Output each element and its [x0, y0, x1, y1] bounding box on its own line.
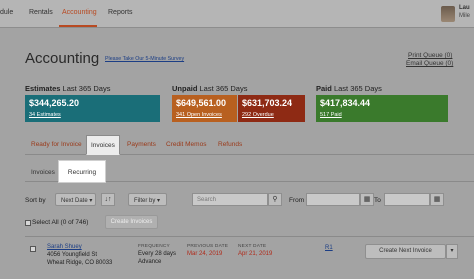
tab-payments[interactable]: Payments [127, 141, 156, 148]
tab-invoices[interactable]: Invoices [86, 135, 120, 155]
open-invoices-amount: $649,561.00 [176, 98, 227, 108]
user-name[interactable]: Lau [459, 5, 470, 11]
user-subtitle: Mile [459, 13, 471, 19]
estimates-amount: $344,265.20 [29, 98, 80, 108]
tab-refunds[interactable]: Refunds [218, 141, 242, 148]
from-label: From [289, 197, 305, 204]
estimates-count-link[interactable]: 34 Estimates [29, 112, 156, 118]
paid-count-link[interactable]: 517 Paid [320, 112, 444, 118]
subtab-invoices[interactable]: Invoices [31, 169, 55, 176]
page-title: Accounting [25, 50, 100, 67]
unpaid-title: Unpaid Last 365 Days [172, 84, 248, 93]
select-all-checkbox[interactable] [25, 220, 31, 226]
nav-active-indicator [59, 25, 97, 27]
tab-credit-memos[interactable]: Credit Memos [166, 141, 206, 148]
to-label: To [374, 197, 381, 204]
print-queue-link[interactable]: Print Queue (0) [408, 52, 452, 59]
email-queue-link[interactable]: Email Queue (0) [406, 60, 453, 67]
sort-order-icon[interactable]: ↓↑ [101, 193, 115, 206]
paid-card[interactable]: $417,834.44 517 Paid [316, 95, 448, 122]
to-date-input[interactable] [384, 193, 430, 206]
filter-by-button[interactable]: Filter by ▾ [128, 193, 167, 206]
estimates-card[interactable]: $344,265.20 34 Estimates [25, 95, 160, 122]
subtab-recurring[interactable]: Recurring [58, 160, 106, 183]
frequency-value: Every 28 days [138, 251, 177, 257]
sort-select[interactable]: Next Date ▾ [55, 193, 96, 206]
reference-link[interactable]: R1 [325, 244, 333, 252]
overdue-card[interactable]: $631,703.24 292 Overdue [238, 95, 305, 122]
paid-amount: $417,834.44 [320, 98, 371, 108]
create-next-invoice-button[interactable]: Create Next Invoice [365, 244, 446, 259]
nav-item-schedule[interactable]: dule [0, 9, 13, 16]
overdue-link[interactable]: 292 Overdue [242, 112, 301, 118]
select-all-label: Select All (0 of 746) [32, 219, 89, 226]
estimates-title: Estimates Last 365 Days [25, 84, 111, 93]
overdue-amount: $631,703.24 [242, 98, 293, 108]
frequency-type: Advance [138, 259, 162, 265]
from-date-input[interactable] [306, 193, 360, 206]
page: dule Rentals Accounting Reports Lau Mile… [0, 0, 474, 279]
survey-link[interactable]: Please Take Our 5-Minute Survey [105, 56, 184, 62]
customer-address-line1: 4056 Youngfield St [47, 252, 98, 258]
calendar-icon[interactable]: ▦ [360, 193, 374, 206]
open-invoices-link[interactable]: 341 Open Invoices [176, 112, 233, 118]
nav-item-rentals[interactable]: Rentals [29, 9, 53, 16]
sort-by-label: Sort by [25, 197, 46, 204]
previous-date-value: Mar 24, 2019 [187, 251, 223, 257]
main-tabs: Ready for Invoice Invoices Payments Cred… [25, 135, 474, 155]
calendar-icon[interactable]: ▦ [430, 193, 444, 206]
row-checkbox[interactable] [30, 246, 36, 252]
search-input[interactable]: Search [192, 193, 268, 206]
nav-item-reports[interactable]: Reports [108, 9, 133, 16]
create-invoices-button[interactable]: Create Invoices [105, 215, 158, 229]
open-invoices-card[interactable]: $649,561.00 341 Open Invoices [172, 95, 237, 122]
top-nav: dule Rentals Accounting Reports Lau Mile [0, 0, 474, 28]
nav-item-accounting[interactable]: Accounting [62, 9, 97, 16]
avatar[interactable] [441, 6, 455, 22]
tab-ready-for-invoice[interactable]: Ready for Invoice [31, 141, 82, 148]
list-divider [25, 236, 474, 237]
next-date-value: Apr 21, 2019 [238, 251, 273, 257]
sub-tabs: Invoices Recurring [25, 160, 474, 183]
search-icon[interactable]: ⚲ [268, 193, 282, 206]
customer-address-line2: Wheat Ridge, CO 80033 [47, 260, 113, 266]
chevron-down-icon[interactable]: ▾ [446, 244, 458, 259]
customer-name-link[interactable]: Sarah Shuey [47, 243, 82, 251]
paid-title: Paid Last 365 Days [316, 84, 382, 93]
